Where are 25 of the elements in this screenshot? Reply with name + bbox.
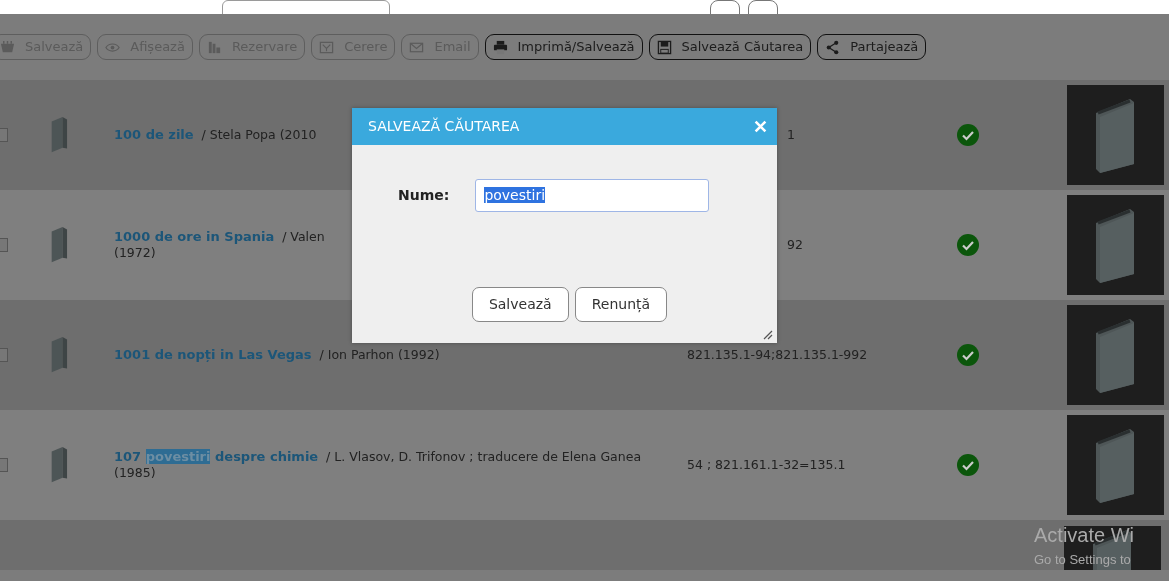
basket-icon [0,39,15,55]
resize-grip-icon [761,328,773,340]
title-link[interactable]: 1001 de nopți in Las Vegas [114,346,312,362]
dialog-button[interactable]: Salvează [471,287,569,322]
dialog-button[interactable]: Renunță [574,287,668,322]
title-link[interactable]: 107 povestiri despre chimie [114,449,319,465]
save-icon [656,39,672,55]
record-description: 107 povestiri despre chimie / L. Vlasov, D. Trifonov ; traducere de Elena Ganea (1985) [114,449,643,481]
books-icon [206,39,222,55]
classification-text: 821.135.1-94;821.135.1-992 [687,346,868,362]
title-link[interactable]: 100 de zile [114,126,194,142]
classification-text: 1 [787,125,795,144]
dialog-title: SALVEAZĂ CĂUTAREA [368,116,520,136]
toolbar-button[interactable]: Salvează Căutarea [648,34,812,60]
classification-text: 92 [787,235,803,254]
title-link[interactable]: 1000 de ore in Spania [114,229,275,245]
toolbar-button[interactable]: Imprimă/Salvează [484,34,643,60]
inbox-icon [319,39,335,55]
record-description: 1001 de nopți in Las Vegas / Ion Parhon (1992) [114,346,441,364]
toolbar-button[interactable]: Partajează [817,34,927,60]
name-field[interactable]: povestiri [475,179,710,212]
share-icon [825,39,841,55]
classification-text: 54 ; 821.161.1-32=135.1 [687,456,846,472]
close-icon[interactable] [754,120,767,133]
name-label: Nume: [398,186,450,205]
